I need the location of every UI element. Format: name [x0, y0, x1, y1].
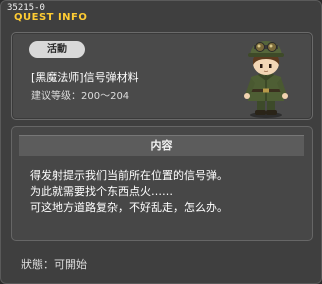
content-header: 内容: [19, 135, 304, 156]
content-line: 可这地方道路复杂，不好乱走，怎么办。: [30, 201, 228, 214]
title-bar[interactable]: 35215-0 QUEST INFO: [3, 2, 319, 24]
quest-summary-panel: 活動 [黑魔法师]信号弹材料 建议等级：200～204: [11, 32, 313, 120]
quest-category-badge: 活動: [29, 41, 85, 58]
quest-level-requirement: 建议等级：200～204: [31, 91, 130, 102]
content-body: 得发射提示我们当前所在位置的信号弹。 为此就需要找个东西点火…… 可这地方道路复…: [30, 168, 305, 216]
content-line: 为此就需要找个东西点火……: [30, 185, 173, 198]
quest-content-panel: 内容 得发射提示我们当前所在位置的信号弹。 为此就需要找个东西点火…… 可这地方…: [11, 126, 313, 241]
content-line: 得发射提示我们当前所在位置的信号弹。: [30, 169, 228, 182]
quest-status: 狀態：可開始: [21, 258, 87, 271]
npc-soldier-portrait-icon: [244, 41, 288, 118]
quest-name: [黑魔法师]信号弹材料: [31, 71, 139, 84]
quest-info-window: 35215-0 QUEST INFO 活動 [黑魔法师]信号弹材料 建议等级：2…: [0, 0, 322, 284]
window-title: QUEST INFO: [14, 12, 88, 23]
